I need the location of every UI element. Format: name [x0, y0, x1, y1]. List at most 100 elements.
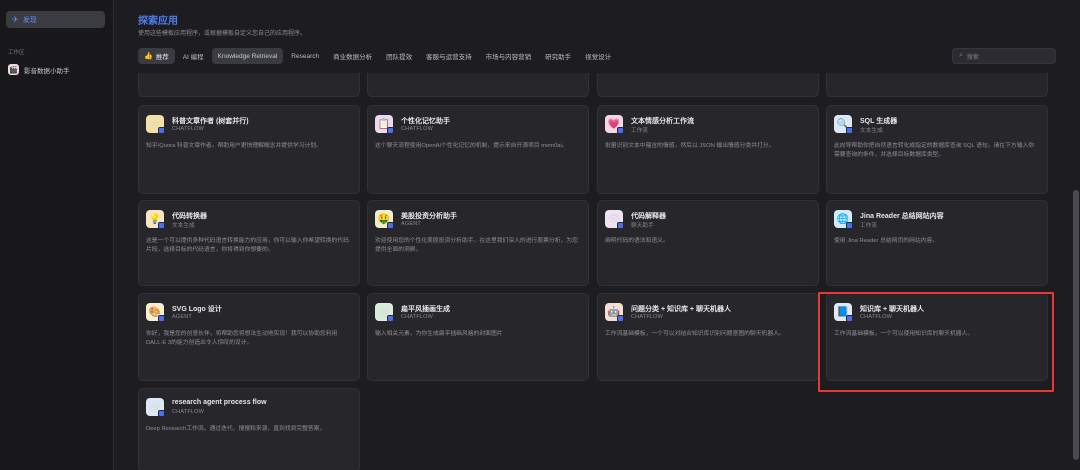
app-card-grid: ✍ 科普文章作者 (树套并行) CHATFLOW 知乎/Quora 科普文章作者。帮助…: [138, 73, 1058, 470]
app-type-badge-icon: [158, 222, 165, 229]
app-card-description: 欢迎使用您的个性化美股投资分析助手，在这里我们深入的进行股票分析，为您提供全面的…: [375, 238, 578, 253]
app-card-type: CHATFLOW: [631, 314, 664, 320]
app-card-type: CHATFLOW: [401, 126, 434, 132]
app-card-title: SQL 生成器: [860, 118, 898, 125]
app-avatar-icon: 🎬: [8, 64, 19, 75]
app-type-badge-icon: [158, 410, 165, 417]
app-card[interactable]: 🎨 SVG Logo 设计 AGENT 你好，我是您的创意伙伴，将帮助您将想法生动地实…: [138, 293, 360, 381]
app-card[interactable]: 🤖 问题分类 + 知识库 + 聊天机器人 CHATFLOW 工作流基础模板，一个可以对…: [597, 293, 819, 381]
app-card-title: 代码解释器: [631, 213, 666, 220]
tab-research-assistant[interactable]: 研究助手: [539, 48, 577, 64]
tab-label: 客服与运营支持: [426, 54, 472, 61]
sidebar-item-label: 发现: [22, 16, 37, 24]
app-type-badge-icon: [617, 222, 624, 229]
tab-label: Research: [291, 52, 320, 60]
app-card[interactable]: 👁 代码解释器 聊天助手 阐明代码的语法和语义。: [597, 200, 819, 286]
app-type-badge-icon: [387, 315, 394, 322]
app-card-type: CHATFLOW: [860, 314, 893, 320]
app-card[interactable]: 📋 个性化记忆助手 CHATFLOW 这个聊天流程使用OpenAI个性化记忆的机制，提…: [367, 105, 589, 194]
telescope-icon: ✈: [12, 15, 19, 24]
tab-label: 商业数据分析: [333, 54, 373, 61]
page-title: 探索应用: [138, 16, 178, 27]
app-card-description: 工作流基础模板，一个可以对结合知识库识别问题意图的聊天机器人。: [605, 331, 785, 337]
search-icon: ⌕: [959, 52, 963, 59]
app-card-partial[interactable]: [597, 73, 819, 97]
tab-recommended[interactable]: 👍 推荐: [138, 48, 175, 64]
app-card-type: 工作流: [860, 223, 878, 229]
app-card-description: 阐明代码的语法和语义。: [605, 238, 669, 244]
tab-marketing[interactable]: 市场与内容营销: [480, 48, 538, 64]
tab-customer-support[interactable]: 客服与运营支持: [420, 48, 478, 64]
category-tabs: 👍 推荐 AI 编程 Knowledge Retrieval Research 商…: [138, 48, 619, 64]
sidebar-item-workspace-app[interactable]: 🎬 影音数据小助手: [8, 64, 70, 75]
app-card-description: 使用 Jina Reader 总结网页的网站内容。: [834, 238, 939, 244]
app-type-badge-icon: [846, 315, 853, 322]
app-type-badge-icon: [158, 315, 165, 322]
app-card-title: 美股投资分析助手: [401, 213, 457, 220]
tab-label: 研究助手: [545, 54, 572, 61]
app-card-title: Jina Reader 总结网站内容: [860, 213, 944, 220]
app-card-type: 文本生成: [860, 128, 883, 134]
scrollbar-thumb[interactable]: [1073, 190, 1079, 460]
tab-label: 团队提效: [386, 54, 413, 61]
app-card-title: 科普文章作者 (树套并行): [172, 118, 249, 125]
app-card[interactable]: 🌐 Jina Reader 总结网站内容 工作流 使用 Jina Reader 总结网…: [826, 200, 1048, 286]
app-card-description: 知乎/Quora 科普文章作者。帮助用户更快理解概念并提供学习计划。: [146, 143, 322, 149]
app-card-partial[interactable]: [826, 73, 1048, 97]
app-type-badge-icon: [617, 127, 624, 134]
app-card-title: 代码转换器: [172, 213, 207, 220]
app-card-description: 批量识别文本中蕴含的情感，然后以 JSON 输出情感分类并打分。: [605, 143, 775, 149]
workspace-section-label: 工作区: [8, 50, 25, 56]
app-card-description: 这是一个可以提供多种代码语言转换能力的应用，你可以输入你希望转换的代码片段，选择…: [146, 238, 349, 253]
tab-business-analytics[interactable]: 商业数据分析: [327, 48, 378, 64]
tab-label: AI 编程: [182, 54, 204, 61]
app-card-type: 文本生成: [172, 223, 195, 229]
app-card[interactable]: 📘 知识库 + 聊天机器人 CHATFLOW 工作流基础模板，一个可以使用知识库的聊天…: [826, 293, 1048, 381]
tab-team-efficiency[interactable]: 团队提效: [380, 48, 418, 64]
app-type-badge-icon: [158, 127, 165, 134]
app-card-description: 此向导帮助你把自然语言转化成指定的数据库查询 SQL 语句。请在下方输入你需要查…: [834, 143, 1035, 158]
app-card-type: CHATFLOW: [172, 126, 205, 132]
app-card-description: 你好，我是您的创意伙伴，将帮助您将想法生动地实现！我可以协助您利用DALL·E …: [146, 331, 338, 346]
sidebar-item-label: 影音数据小助手: [24, 67, 70, 75]
app-card-title: 问题分类 + 知识库 + 聊天机器人: [631, 306, 731, 313]
app-card[interactable]: 🔍 SQL 生成器 文本生成 此向导帮助你把自然语言转化成指定的数据库查询 SQL 语…: [826, 105, 1048, 194]
search-placeholder: 搜索: [966, 54, 979, 61]
app-type-badge-icon: [387, 127, 394, 134]
app-card[interactable]: ✍ 科普文章作者 (树套并行) CHATFLOW 知乎/Quora 科普文章作者。帮助…: [138, 105, 360, 194]
search-input[interactable]: ⌕ 搜索: [952, 48, 1056, 64]
tab-label: 推荐: [155, 54, 169, 61]
app-card-type: AGENT: [401, 221, 421, 227]
app-type-badge-icon: [846, 222, 853, 229]
app-type-badge-icon: [617, 315, 624, 322]
app-card-partial[interactable]: [367, 73, 589, 97]
app-card-description: 工作流基础模板，一个可以使用知识库的聊天机器人。: [834, 331, 974, 337]
tab-ai-coding[interactable]: AI 编程: [177, 48, 210, 64]
app-card-description: 输入相关元素，为你生成扁平插画风格的封面图片: [375, 331, 503, 337]
app-card-type: AGENT: [172, 314, 192, 320]
tab-knowledge-retrieval[interactable]: Knowledge Retrieval: [211, 48, 284, 64]
sidebar-item-discover[interactable]: ✈ 发现: [6, 11, 105, 28]
app-card[interactable]: 💗 文本情感分析工作流 工作流 批量识别文本中蕴含的情感，然后以 JSON 输出情感分…: [597, 105, 819, 194]
app-card-type: CHATFLOW: [401, 314, 434, 320]
app-card-type: 工作流: [631, 128, 649, 134]
app-type-badge-icon: [846, 127, 853, 134]
tab-research[interactable]: Research: [285, 48, 325, 64]
app-card-title: 扁平风插画生成: [401, 306, 450, 313]
tab-label: 市场与内容营销: [485, 54, 532, 61]
app-card[interactable]: 🤑 美股投资分析助手 AGENT 欢迎使用您的个性化美股投资分析助手，在这里我们深入的…: [367, 200, 589, 286]
app-card-title: 个性化记忆助手: [401, 118, 450, 125]
thumbs-up-icon: 👍: [144, 53, 153, 60]
app-card[interactable]: 🖼 扁平风插画生成 CHATFLOW 输入相关元素，为你生成扁平插画风格的封面图片: [367, 293, 589, 381]
tab-visual-design[interactable]: 视觉设计: [579, 48, 617, 64]
app-card-type: 聊天助手: [631, 223, 654, 229]
sidebar: ✈ 发现 工作区 🎬 影音数据小助手: [0, 0, 114, 470]
app-card[interactable]: 💡 代码转换器 文本生成 这是一个可以提供多种代码语言转换能力的应用，你可以输入你希望…: [138, 200, 360, 286]
app-card-title: research agent process flow: [172, 399, 267, 406]
app-type-badge-icon: [387, 222, 394, 229]
app-card-title: SVG Logo 设计: [172, 306, 222, 313]
app-card-title: 知识库 + 聊天机器人: [860, 306, 924, 313]
app-card-partial[interactable]: [138, 73, 360, 97]
app-card-type: CHATFLOW: [172, 409, 205, 415]
app-card[interactable]: 🖼 research agent process flow CHATFLOW Deep…: [138, 388, 360, 470]
